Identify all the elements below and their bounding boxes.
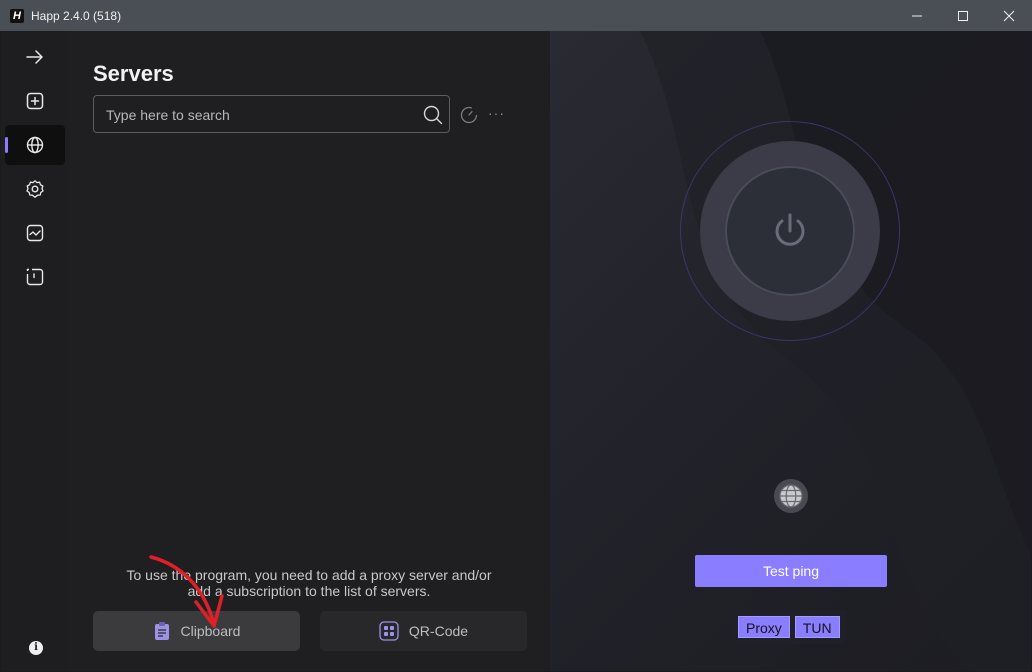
page-title: Servers — [93, 61, 174, 86]
annotation-arrow — [149, 555, 224, 628]
scan-icon — [26, 268, 44, 286]
sidebar-item-connect[interactable] — [5, 37, 65, 77]
qr-code-button[interactable]: QR-Code — [320, 611, 527, 651]
qr-code-icon — [379, 621, 399, 641]
minimize-icon — [912, 15, 922, 16]
power-button[interactable] — [725, 166, 855, 296]
connection-panel: Test ping Proxy TUN — [550, 31, 1031, 671]
server-location-button[interactable] — [774, 479, 808, 513]
close-button[interactable] — [986, 0, 1032, 31]
sidebar-item-scan[interactable] — [5, 257, 65, 297]
gear-icon — [26, 180, 44, 198]
window-controls — [894, 0, 1032, 31]
window-title: Happ 2.4.0 (518) — [31, 8, 122, 23]
mode-toggle: Proxy TUN — [732, 610, 846, 644]
speedometer-icon[interactable] — [460, 106, 478, 124]
hint-line-2: add a subscription to the list of server… — [187, 583, 431, 599]
maximize-button[interactable] — [940, 0, 986, 31]
servers-panel: Servers ··· To use the program, you need… — [68, 31, 550, 671]
app-logo: H — [10, 8, 24, 23]
title-bar: H Happ 2.4.0 (518) — [0, 0, 1032, 31]
test-ping-button[interactable]: Test ping — [695, 555, 887, 587]
qr-code-label: QR-Code — [408, 623, 469, 639]
sidebar: i — [1, 31, 68, 671]
activity-icon — [26, 224, 44, 242]
hint-line-1: To use the program, you need to add a pr… — [126, 567, 492, 583]
minimize-button[interactable] — [894, 0, 940, 31]
power-control — [680, 121, 900, 341]
maximize-icon — [958, 10, 968, 21]
search-input[interactable] — [104, 104, 408, 126]
arrow-right-icon — [26, 50, 43, 64]
sidebar-item-add[interactable] — [5, 81, 65, 121]
close-icon — [1003, 10, 1015, 21]
mode-tun-button[interactable]: TUN — [794, 616, 840, 638]
globe-icon — [779, 484, 803, 508]
empty-state-hint: To use the program, you need to add a pr… — [68, 567, 550, 599]
globe-icon — [26, 136, 44, 154]
power-icon — [775, 213, 805, 246]
search-icon[interactable] — [423, 105, 443, 125]
search-box — [93, 95, 450, 133]
sidebar-item-stats[interactable] — [5, 213, 65, 253]
sidebar-item-settings[interactable] — [5, 169, 65, 209]
plus-square-icon — [26, 92, 44, 110]
mode-proxy-button[interactable]: Proxy — [738, 616, 790, 638]
info-button[interactable]: i — [29, 641, 43, 655]
more-options-icon[interactable]: ··· — [488, 105, 505, 121]
sidebar-item-servers[interactable] — [5, 125, 65, 165]
